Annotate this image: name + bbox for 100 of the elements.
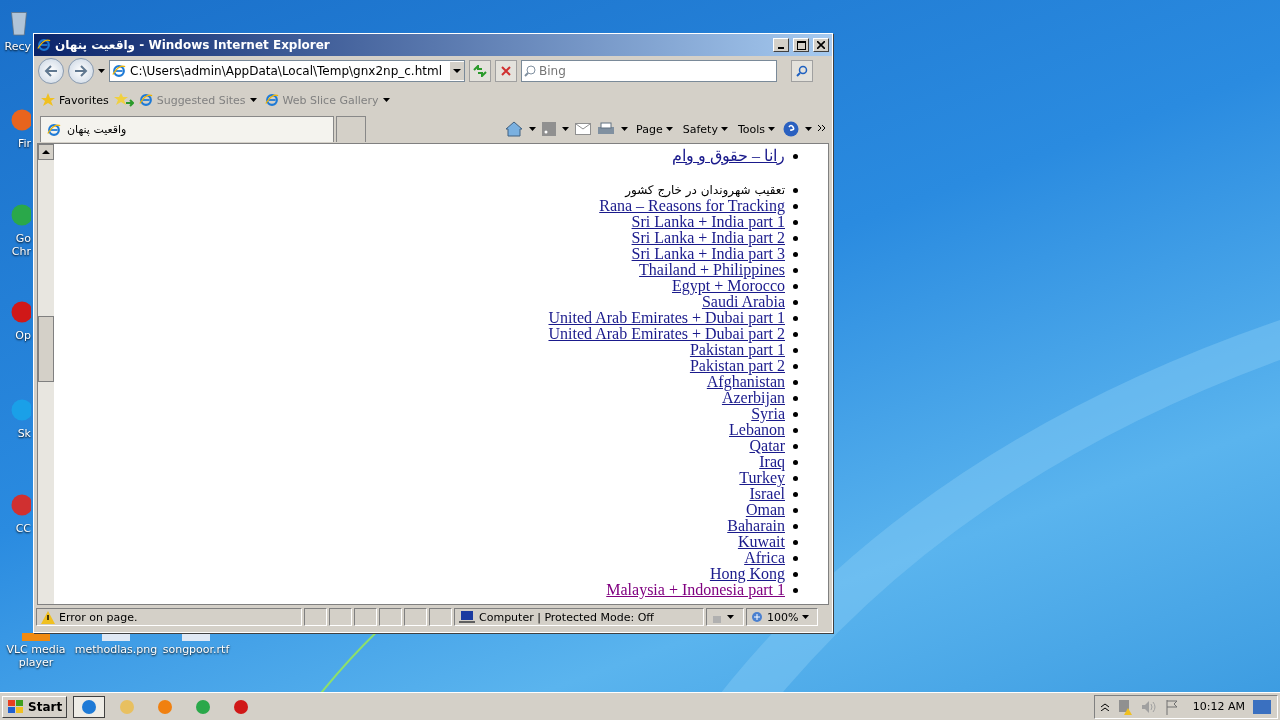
page-link[interactable]: Sri Lanka + India part 3 — [631, 246, 785, 262]
page-link[interactable]: Iraq — [759, 454, 785, 470]
home-icon[interactable] — [505, 121, 524, 137]
browser-tab[interactable]: واقعیت پنهان — [40, 116, 334, 142]
app-icon — [81, 698, 98, 715]
desktop-icon-label[interactable]: Fir — [17, 137, 31, 150]
command-menu[interactable]: Page — [634, 122, 675, 136]
status-pane — [329, 608, 352, 626]
bullet-icon — [793, 283, 798, 289]
show-desktop-icon[interactable] — [1253, 699, 1271, 714]
scroll-up-icon[interactable] — [38, 144, 54, 160]
stop-button[interactable] — [495, 60, 517, 82]
page-link[interactable]: Sri Lanka + India part 2 — [631, 230, 785, 246]
page-link[interactable]: Africa — [744, 550, 785, 566]
print-icon[interactable] — [597, 122, 616, 136]
page-link[interactable]: Thailand + Philippines — [639, 262, 785, 278]
page-link[interactable]: United Arab Emirates + Dubai part 1 — [548, 310, 785, 326]
page-link[interactable]: Oman — [745, 502, 785, 518]
caret-icon — [802, 615, 810, 619]
bullet-icon — [793, 299, 798, 305]
ie-icon — [264, 93, 279, 107]
page-link[interactable]: Afghanistan — [706, 374, 785, 390]
taskbar-button[interactable] — [73, 695, 106, 718]
flag-icon[interactable] — [1164, 698, 1179, 715]
refresh-icon — [473, 65, 487, 77]
windows-logo — [7, 698, 25, 715]
favorites-button[interactable]: Favorites — [38, 93, 112, 107]
desktop-icon-label[interactable]: Go Chr — [2, 232, 31, 258]
command-menu[interactable]: Tools — [735, 122, 777, 136]
page-link[interactable]: Qatar — [749, 438, 785, 454]
help-icon[interactable] — [783, 121, 799, 137]
desktop-icon-label[interactable]: CC — [15, 522, 31, 535]
maximize-button[interactable] — [793, 38, 809, 52]
scroll-thumb[interactable] — [38, 316, 54, 382]
desktop-icon-label[interactable]: Recy — [4, 40, 31, 53]
address-input[interactable]: C:\Users\admin\AppData\Local\Temp\gnx2np_c.html — [130, 64, 446, 78]
arrow-right-icon — [74, 65, 88, 77]
page-link[interactable]: Egypt + Morocco — [672, 278, 785, 294]
page-link[interactable]: رانا – حقوق و وام — [672, 148, 785, 164]
page-link[interactable]: United Arab Emirates + Dubai part 2 — [548, 326, 785, 342]
file-icon[interactable] — [20, 633, 52, 641]
clock[interactable]: 10:12 AM — [1192, 700, 1245, 713]
forward-button[interactable] — [68, 58, 94, 84]
caret-icon — [382, 98, 390, 102]
bullet-icon — [793, 459, 798, 465]
search-button[interactable] — [791, 60, 813, 82]
page-link[interactable]: Sri Lanka + India part 1 — [631, 214, 785, 230]
app-icon — [195, 698, 212, 715]
close-button[interactable] — [813, 38, 829, 52]
page-link[interactable]: Rana – Reasons for Tracking — [599, 198, 785, 214]
status-message: Error on page. — [59, 610, 138, 624]
bullet-icon — [793, 539, 798, 545]
page-link[interactable]: Baharain — [727, 518, 785, 534]
bullet-icon — [793, 523, 798, 529]
mail-icon[interactable] — [575, 123, 592, 135]
page-link[interactable]: Kuwait — [737, 534, 785, 550]
back-button[interactable] — [38, 58, 64, 84]
add-favorite-icon[interactable] — [113, 92, 134, 108]
chevron-icon[interactable] — [818, 125, 826, 133]
command-menu[interactable]: Safety — [680, 122, 730, 136]
status-pane — [304, 608, 327, 626]
arrow-left-icon — [44, 65, 58, 77]
bullet-icon — [793, 491, 798, 497]
page-link[interactable]: Saudi Arabia — [701, 294, 785, 310]
maximize-icon — [796, 40, 806, 50]
search-field[interactable]: Bing — [521, 60, 777, 82]
page-link[interactable]: Hong Kong — [709, 566, 785, 582]
bullet-icon — [793, 507, 798, 513]
page-link[interactable]: Lebanon — [729, 422, 785, 438]
page-link[interactable]: Malaysia + Indonesia part 1 — [606, 582, 785, 598]
chevron-icon[interactable] — [1100, 702, 1109, 711]
zoom-level[interactable]: 100% — [767, 610, 799, 624]
new-tab-button[interactable] — [336, 116, 366, 142]
caret-icon — [249, 98, 257, 102]
desktop-icon-label[interactable]: Sk — [17, 427, 31, 440]
refresh-button[interactable] — [469, 60, 491, 82]
speaker-icon[interactable] — [1140, 699, 1157, 714]
bullet-icon — [793, 187, 798, 193]
bullet-icon — [793, 363, 798, 369]
ie-icon — [47, 122, 61, 137]
search-input[interactable]: Bing — [539, 64, 776, 78]
bullet-icon — [793, 587, 798, 593]
page-link[interactable]: Israel — [749, 486, 785, 502]
page-link[interactable]: Syria — [751, 406, 785, 422]
scrollbar[interactable] — [38, 144, 54, 604]
window-title: واقعیت پنهان - Windows Internet Explorer — [55, 38, 331, 52]
app-icon — [119, 698, 136, 715]
network-icon[interactable] — [1116, 698, 1133, 715]
address-field[interactable]: C:\Users\admin\AppData\Local\Temp\gnx2np_c.html — [109, 60, 465, 82]
minimize-button[interactable] — [773, 38, 789, 52]
status-pane — [404, 608, 427, 626]
page-link[interactable]: Pakistan part 1 — [689, 342, 785, 358]
caret-icon — [768, 127, 775, 131]
bullet-icon — [793, 427, 798, 433]
status-pane — [354, 608, 377, 626]
desktop-icon-label[interactable]: Op — [15, 329, 31, 342]
page-link[interactable]: Azerbijan — [721, 390, 785, 406]
page-link[interactable]: Pakistan part 2 — [689, 358, 785, 374]
page-link[interactable]: Turkey — [739, 470, 785, 486]
start-button[interactable]: Start — [2, 695, 68, 718]
